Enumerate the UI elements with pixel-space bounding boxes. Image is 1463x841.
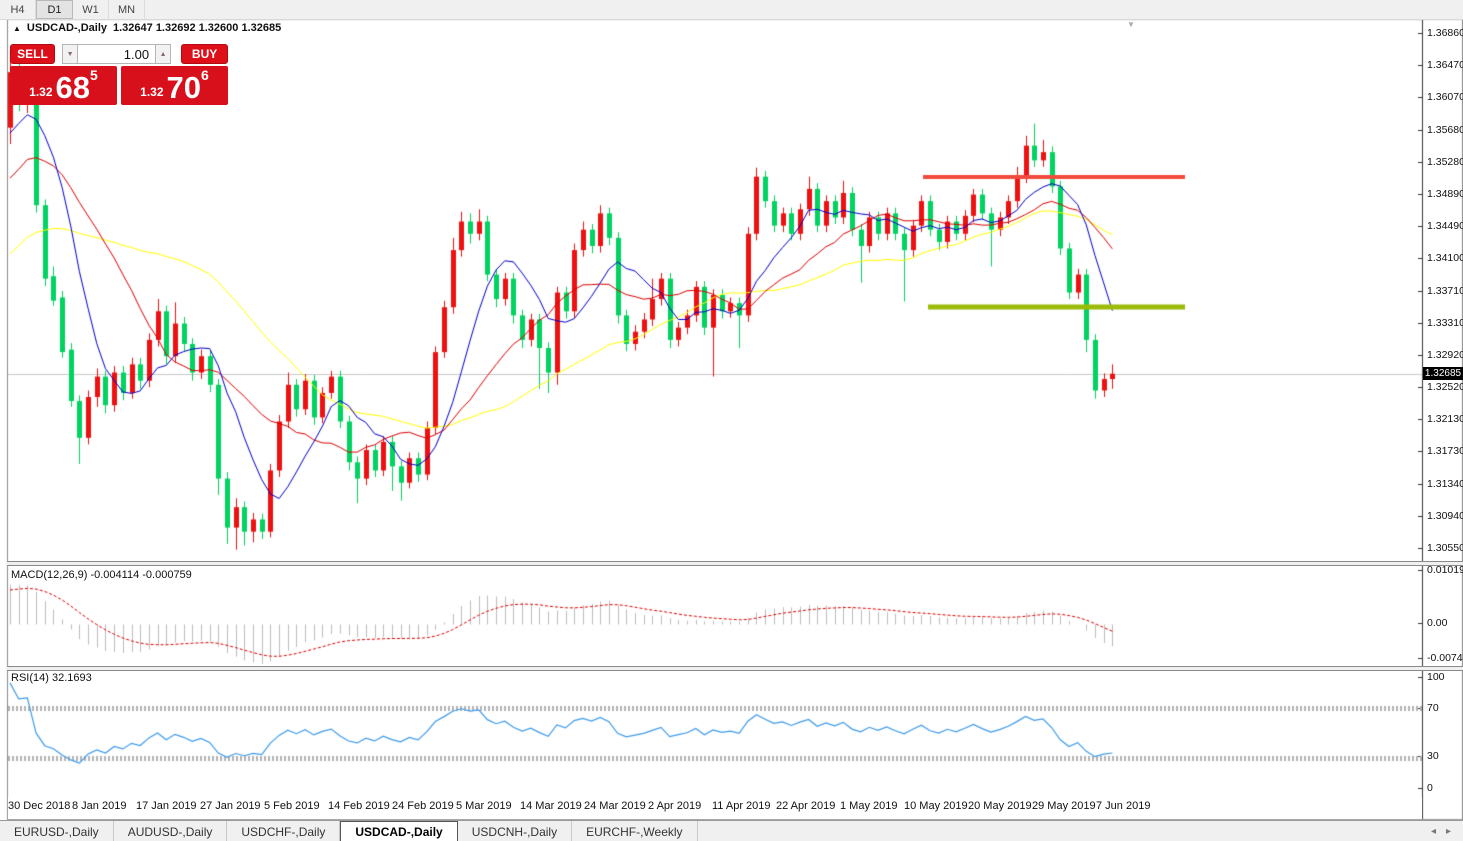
chart-tab-audusd[interactable]: AUDUSD-,Daily: [114, 821, 228, 841]
price-axis-label: 1.34890: [1427, 188, 1463, 200]
date-axis-label: 17 Jan 2019: [136, 800, 197, 812]
spin-up-icon: ▲: [160, 51, 167, 58]
volume-increase-button[interactable]: ▲: [156, 44, 171, 64]
date-axis-label: 5 Mar 2019: [456, 800, 512, 812]
timeframe-toolbar: H4D1W1MN: [0, 0, 1463, 20]
price-axis-label: 1.35280: [1427, 156, 1463, 168]
tab-scroll-left-icon[interactable]: ◂: [1431, 826, 1436, 837]
volume-input[interactable]: 1.00: [77, 44, 156, 64]
sell-price-prefix: 1.32: [29, 85, 52, 99]
date-axis-label: 14 Mar 2019: [520, 800, 582, 812]
rsi-indicator-label: RSI(14) 32.1693: [11, 672, 92, 684]
timeframe-button-w1[interactable]: W1: [73, 0, 109, 19]
price-axis-label: 1.35680: [1427, 124, 1463, 136]
buy-price-point: 6: [201, 67, 209, 83]
macd-panel-splitter[interactable]: [7, 561, 1463, 566]
chart-tab-eurusd[interactable]: EURUSD-,Daily: [0, 821, 114, 841]
spin-down-icon: ▼: [67, 51, 74, 58]
price-axis-label: 1.36860: [1427, 27, 1463, 39]
date-axis-label: 10 May 2019: [904, 800, 968, 812]
macd-axis-label: 0.00: [1427, 617, 1447, 629]
buy-price-pips: 70: [167, 74, 201, 102]
price-axis-label: 1.34100: [1427, 252, 1463, 264]
chart-tab-usdcnh[interactable]: USDCNH-,Daily: [458, 821, 572, 841]
rsi-axis-label: 70: [1427, 702, 1439, 714]
tab-scroll-controls: ◂ ▸: [1419, 821, 1463, 841]
sell-price-panel[interactable]: 1.32 68 5: [10, 66, 117, 105]
timeframe-button-mn[interactable]: MN: [109, 0, 145, 19]
date-axis-label: 29 May 2019: [1032, 800, 1096, 812]
macd-axis-label: -0.007476: [1427, 652, 1463, 664]
price-axis-label: 1.33310: [1427, 317, 1463, 329]
date-axis-label: 22 Apr 2019: [776, 800, 835, 812]
rsi-axis-label: 30: [1427, 750, 1439, 762]
volume-decrease-button[interactable]: ▼: [62, 44, 77, 64]
sell-button[interactable]: SELL: [10, 44, 55, 64]
rsi-axis-label: 100: [1427, 671, 1445, 683]
date-axis-label: 24 Mar 2019: [584, 800, 646, 812]
price-axis-label: 1.34490: [1427, 220, 1463, 232]
tab-scroll-right-icon[interactable]: ▸: [1446, 826, 1451, 837]
current-price-badge: 1.32685: [1423, 367, 1463, 380]
price-axis-label: 1.36070: [1427, 91, 1463, 103]
buy-button[interactable]: BUY: [181, 44, 228, 64]
price-axis-label: 1.30940: [1427, 510, 1463, 522]
chart-tab-usdcad[interactable]: USDCAD-,Daily: [340, 821, 457, 841]
date-axis-label: 5 Feb 2019: [264, 800, 320, 812]
date-axis-label: 30 Dec 2018: [8, 800, 70, 812]
price-chart-canvas[interactable]: [0, 0, 1463, 841]
buy-price-prefix: 1.32: [140, 85, 163, 99]
date-axis-label: 2 Apr 2019: [648, 800, 701, 812]
date-axis-label: 20 May 2019: [968, 800, 1032, 812]
date-axis: 30 Dec 20188 Jan 2019 17 Jan 201927 Jan 2…: [8, 797, 1422, 819]
chart-tab-bar: EURUSD-,DailyAUDUSD-,DailyUSDCHF-,DailyU…: [0, 820, 1463, 841]
sell-price-point: 5: [90, 67, 98, 83]
chart-header: ▲ USDCAD-,Daily 1.32647 1.32692 1.32600 …: [13, 22, 281, 34]
date-axis-label: 14 Feb 2019: [328, 800, 390, 812]
chart-tab-eurchf[interactable]: EURCHF-,Weekly: [572, 821, 697, 841]
price-axis-label: 1.32520: [1427, 381, 1463, 393]
date-axis-label: 11 Apr 2019: [712, 800, 771, 812]
sell-price-pips: 68: [56, 74, 90, 102]
chart-tab-usdchf[interactable]: USDCHF-,Daily: [227, 821, 340, 841]
price-axis-label: 1.31730: [1427, 445, 1463, 457]
collapse-triangle-icon[interactable]: ▲: [13, 24, 21, 33]
date-axis-label: 1 May 2019: [840, 800, 897, 812]
trading-terminal-window: H4D1W1MN ▲ USDCAD-,Daily 1.32647 1.32692…: [0, 0, 1463, 841]
price-axis-label: 1.31340: [1427, 478, 1463, 490]
scroll-to-end-marker-icon[interactable]: ▼: [1127, 20, 1135, 29]
macd-axis-label: 0.010199: [1427, 564, 1463, 576]
timeframe-button-h4[interactable]: H4: [0, 0, 36, 19]
timeframe-button-d1[interactable]: D1: [36, 0, 73, 19]
rsi-panel-splitter[interactable]: [7, 666, 1463, 671]
chart-ohlc-values: 1.32647 1.32692 1.32600 1.32685: [113, 22, 281, 34]
one-click-trading-widget: SELL ▼ 1.00 ▲ BUY 1.32 68 5 1.32 70 6: [10, 44, 228, 105]
rsi-axis-label: 0: [1427, 782, 1433, 794]
buy-price-panel[interactable]: 1.32 70 6: [121, 66, 228, 105]
date-axis-label: 8 Jan 2019: [72, 800, 126, 812]
price-axis-label: 1.32920: [1427, 349, 1463, 361]
price-axis-label: 1.32130: [1427, 413, 1463, 425]
price-axis-label: 1.36470: [1427, 59, 1463, 71]
date-axis-label: 27 Jan 2019: [200, 800, 261, 812]
date-axis-label: 24 Feb 2019: [392, 800, 454, 812]
date-axis-label: 7 Jun 2019: [1096, 800, 1150, 812]
price-axis-label: 1.33710: [1427, 285, 1463, 297]
chart-symbol-period: USDCAD-,Daily: [27, 22, 107, 34]
price-axis-label: 1.30550: [1427, 542, 1463, 554]
toolbar-spacer: [145, 0, 1463, 19]
macd-indicator-label: MACD(12,26,9) -0.004114 -0.000759: [11, 569, 192, 581]
